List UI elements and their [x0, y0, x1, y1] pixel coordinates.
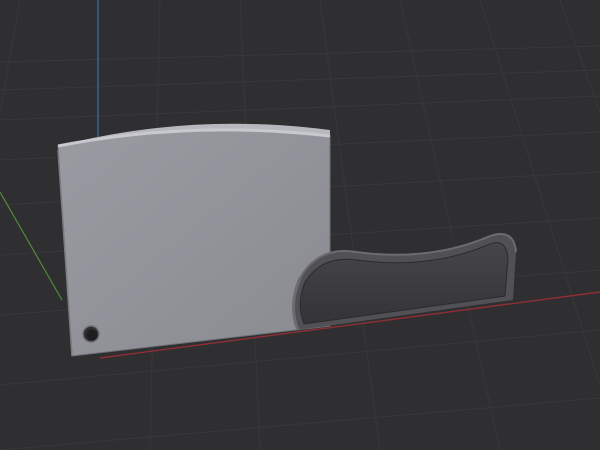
3d-viewport[interactable]	[0, 0, 600, 450]
axis-y-line	[0, 191, 63, 301]
cleaver-blade[interactable]	[57, 123, 331, 357]
viewport-canvas[interactable]	[0, 0, 600, 450]
